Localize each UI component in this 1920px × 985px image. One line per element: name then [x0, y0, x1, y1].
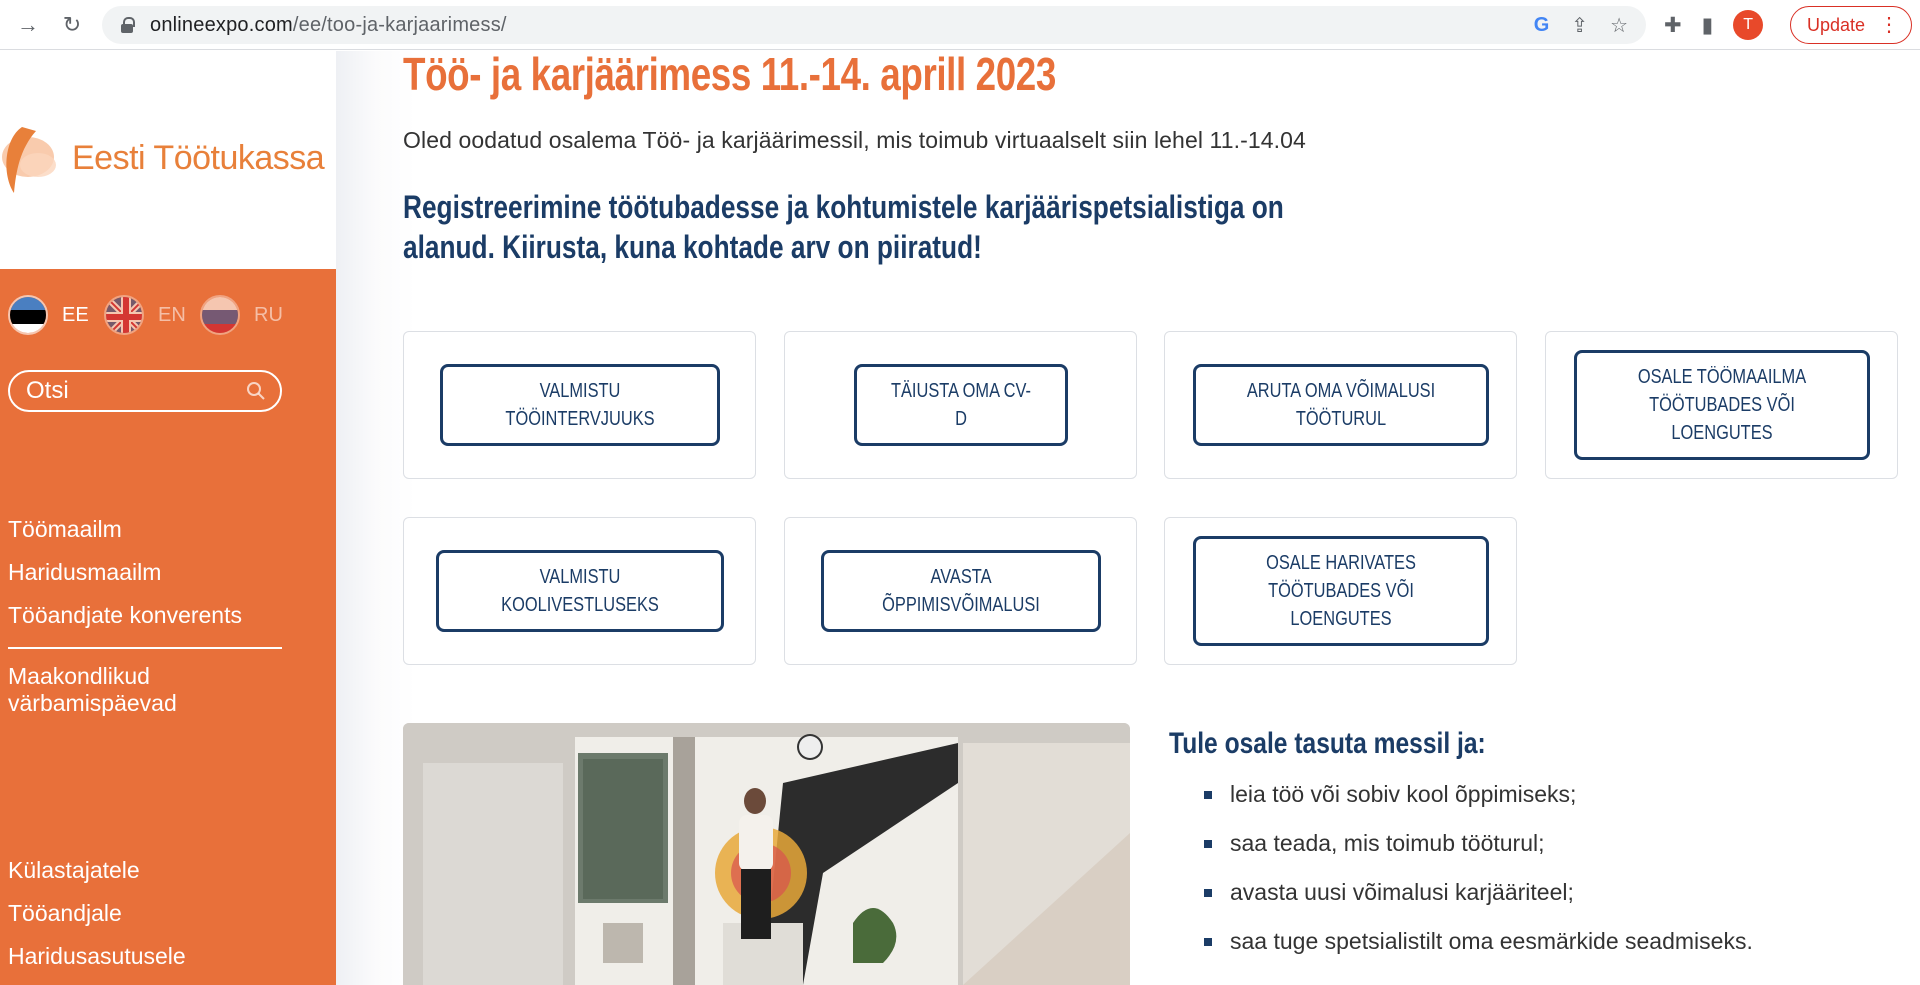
video-thumbnail-image — [403, 723, 1130, 985]
nav-toomaailm[interactable]: Töömaailm — [8, 516, 122, 543]
kebab-menu-icon[interactable]: ⋮ — [1879, 13, 1899, 37]
profile-avatar[interactable]: T — [1733, 10, 1764, 40]
side-panel-icon[interactable]: ▮ — [1702, 13, 1714, 38]
card-button-valmistu-koolivestluseks[interactable]: VALMISTU KOOLIVESTLUSEKS — [435, 550, 724, 632]
page-title: Töö- ja karjäärimess 11.-14. aprill 2023 — [403, 51, 1056, 100]
sidebar-logo-area: Eesti Töötukassa — [0, 51, 336, 269]
main-content: Töö- ja karjäärimess 11.-14. aprill 2023… — [336, 51, 1920, 985]
card-aruta-voimalusi: ARUTA OMA VÕIMALUSI TÖÖTURUL — [1164, 331, 1517, 479]
list-item: saa tuge spetsialistilt oma eesmärkide s… — [1204, 928, 1753, 977]
logo-text[interactable]: Eesti Töötukassa — [72, 139, 325, 178]
nav-haridusmaailm[interactable]: Haridusmaailm — [8, 559, 161, 586]
url-text: onlineexpo.com/ee/too-ja-karjaarimess/ — [150, 13, 507, 36]
forward-icon[interactable]: → — [10, 7, 46, 43]
lang-ee-label: EE — [62, 303, 89, 326]
lock-icon — [120, 17, 135, 33]
card-button-avasta-oppimisvoimalusi[interactable]: AVASTA ÕPPIMISVÕIMALUSI — [820, 550, 1101, 632]
bookmark-star-icon[interactable]: ☆ — [1610, 13, 1628, 38]
lang-ee[interactable]: EE — [8, 295, 89, 335]
card-button-osale-toomaailma[interactable]: OSALE TÖÖMAAILMA TÖÖTUBADES VÕI LOENGUTE… — [1573, 350, 1870, 460]
card-button-osale-harivates[interactable]: OSALE HARIVATES TÖÖTUBADES VÕI LOENGUTES — [1192, 536, 1489, 646]
benefits-title: Tule osale tasuta messil ja: — [1169, 727, 1486, 760]
nav-kulastajatele[interactable]: Külastajatele — [8, 857, 140, 884]
extensions-puzzle-icon[interactable]: ✚ — [1664, 13, 1682, 38]
update-label: Update — [1807, 14, 1866, 35]
lang-ru-label: RU — [254, 303, 283, 326]
card-valmistu-koolivestluseks: VALMISTU KOOLIVESTLUSEKS — [403, 517, 756, 665]
nav-tooandjale[interactable]: Tööandjale — [8, 900, 122, 927]
nav-divider — [8, 647, 282, 649]
nav-haridusasutusele[interactable]: Haridusasutusele — [8, 943, 186, 970]
sidebar: EE EN RU Töömaailm Haridusmaailm Tööandj… — [0, 269, 336, 985]
card-button-valmistu-toointervjuuks[interactable]: VALMISTU TÖÖINTERVJUUKS — [439, 364, 720, 446]
intro-text: Oled oodatud osalema Töö- ja karjäärimes… — [403, 127, 1306, 153]
lang-en-label: EN — [158, 303, 186, 326]
russia-flag-icon — [200, 295, 240, 335]
uk-flag-icon — [104, 295, 144, 335]
update-button[interactable]: Update ⋮ — [1790, 6, 1912, 44]
card-osale-toomaailma: OSALE TÖÖMAAILMA TÖÖTUBADES VÕI LOENGUTE… — [1545, 331, 1898, 479]
card-osale-harivates: OSALE HARIVATES TÖÖTUBADES VÕI LOENGUTES — [1164, 517, 1517, 665]
share-icon[interactable]: ⇪ — [1571, 13, 1588, 38]
estonia-flag-icon — [8, 295, 48, 335]
nav-tooandjate-konverents[interactable]: Tööandjate konverents — [8, 602, 242, 629]
search-field[interactable] — [8, 370, 282, 412]
address-bar[interactable]: onlineexpo.com/ee/too-ja-karjaarimess/ G… — [102, 6, 1646, 44]
list-item: saa teada, mis toimub tööturul; — [1204, 830, 1753, 879]
card-valmistu-toointervjuuks: VALMISTU TÖÖINTERVJUUKS — [403, 331, 756, 479]
list-item: leia töö või sobiv kool õppimiseks; — [1204, 781, 1753, 830]
lang-ru[interactable]: RU — [200, 295, 283, 335]
registration-note: Registreerimine töötubadesse ja kohtumis… — [403, 189, 1284, 265]
card-taiusta-cv: TÄIUSTA OMA CV-D — [784, 331, 1137, 479]
search-icon[interactable] — [246, 381, 266, 401]
tootukassa-logo-icon[interactable] — [0, 125, 60, 195]
card-avasta-oppimisvoimalusi: AVASTA ÕPPIMISVÕIMALUSI — [784, 517, 1137, 665]
nav-maakondlikud-varbamispaevad[interactable]: Maakondlikud värbamispäevad — [8, 663, 248, 717]
benefits-list: leia töö või sobiv kool õppimiseks; saa … — [1204, 781, 1753, 977]
intro-video[interactable] — [403, 723, 1130, 985]
lang-en[interactable]: EN — [104, 295, 186, 335]
card-button-aruta-voimalusi[interactable]: ARUTA OMA VÕIMALUSI TÖÖTURUL — [1192, 364, 1489, 446]
browser-toolbar: → ↻ onlineexpo.com/ee/too-ja-karjaarimes… — [0, 0, 1920, 50]
card-button-taiusta-cv[interactable]: TÄIUSTA OMA CV-D — [853, 364, 1068, 446]
search-input[interactable] — [26, 377, 236, 405]
list-item: avasta uusi võimalusi karjääriteel; — [1204, 879, 1753, 928]
google-lens-icon[interactable]: G — [1534, 14, 1550, 37]
reload-icon[interactable]: ↻ — [54, 7, 90, 43]
